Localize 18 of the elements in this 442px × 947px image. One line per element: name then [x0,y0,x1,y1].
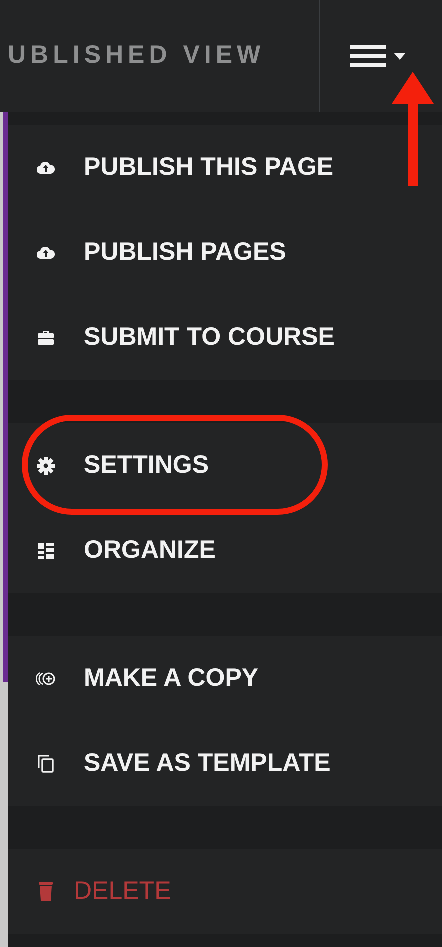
menu-item[interactable]: ORGANIZE [8,508,442,593]
cloud-upload-icon [37,160,55,174]
trash-icon [39,882,53,901]
menu-item[interactable]: PUBLISH PAGES [8,210,442,295]
briefcase-icon [38,330,54,345]
menu-icon [350,45,386,67]
duplicate-icon [38,754,54,772]
menu-item[interactable]: SAVE AS TEMPLATE [8,721,442,806]
view-title: UBLISHED VIEW [7,40,266,72]
gear-icon [37,456,55,474]
menu-item[interactable]: PUBLISH THIS PAGE [8,125,442,210]
caret-icon [394,52,406,60]
menu-item[interactable]: SUBMIT TO COURSE [8,295,442,380]
grid-icon [38,542,54,558]
menu-item[interactable]: SETTINGS [8,423,442,508]
cloud-upload-icon [37,246,55,260]
menu-item[interactable]: MAKE A COPY [8,636,442,721]
copy-circle-icon [36,670,56,686]
